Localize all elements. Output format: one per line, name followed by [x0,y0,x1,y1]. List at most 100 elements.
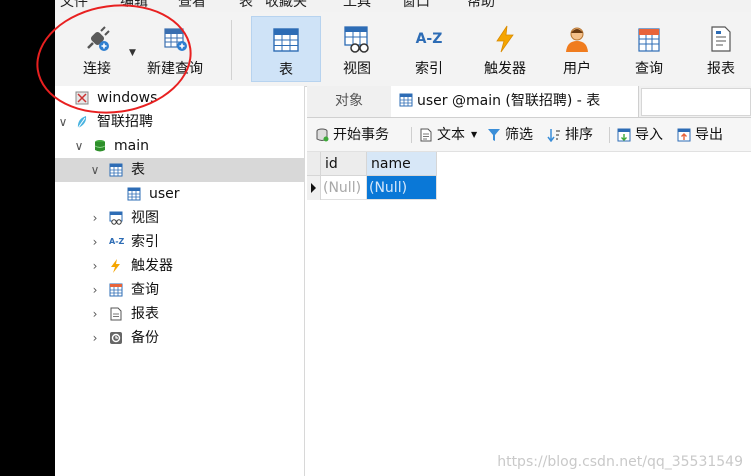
chevron-right-icon[interactable]: › [89,206,101,230]
index-icon: A-Z [109,237,125,246]
table-button[interactable]: 表 [251,16,321,82]
toolbar-separator [609,127,610,143]
column-header-id[interactable]: id [321,152,367,176]
sort-button[interactable]: 排序 [547,118,593,152]
main-toolbar: 连接 ▼ 新建查询 表 视图 A-Z 索引 触发器 用户 查询 报表 [55,12,751,87]
tree-item-windows[interactable]: windows [55,86,304,110]
view-icon [109,211,123,225]
query-button[interactable]: 查询 [623,16,675,82]
connect-dropdown-icon[interactable]: ▼ [129,48,136,58]
text-dropdown-button[interactable]: 文本 ▼ [419,118,477,152]
chevron-down-icon[interactable]: ∨ [89,158,101,182]
export-button[interactable]: 导出 [677,118,723,152]
backup-icon [110,332,122,344]
user-label: 用户 [563,61,591,77]
tree-item-queries[interactable]: › 查询 [55,278,304,302]
new-query-button[interactable]: 新建查询 [143,16,207,82]
menu-window[interactable]: 窗口 [402,0,430,12]
tab-user-label: user @main (智联招聘) - 表 [417,93,601,109]
connect-button[interactable]: 连接 [69,16,125,82]
sqlite-leaf-icon [77,116,87,129]
lightning-icon [490,24,520,54]
connect-label: 连接 [83,61,111,77]
new-query-icon [160,24,190,54]
database-icon [94,140,106,152]
transaction-icon [316,128,329,142]
table-icon [109,163,123,177]
filter-button[interactable]: 筛选 [487,118,533,152]
tree-item-reports[interactable]: › 报表 [55,302,304,326]
export-icon [677,128,691,142]
view-label: 视图 [343,61,371,77]
query-label: 查询 [635,61,663,77]
import-icon [617,128,631,142]
tab-bar: 对象 user @main (智联招聘) - 表 [307,86,751,118]
filter-icon [488,129,500,141]
report-label: 报表 [707,61,735,77]
menu-favorites[interactable]: 收藏夹 [265,0,307,12]
menu-help[interactable]: 帮助 [467,0,495,12]
row-selector[interactable] [307,176,321,200]
table-icon [127,187,141,201]
sort-icon [547,129,560,142]
query-icon [109,283,123,297]
column-header-name[interactable]: name [367,152,437,176]
new-query-label: 新建查询 [147,61,203,77]
begin-transaction-button[interactable]: 开始事务 [315,118,389,152]
sort-label: 排序 [565,127,593,143]
tree-item-tables[interactable]: ∨ 表 [55,158,304,182]
tab-user-table[interactable]: user @main (智联招聘) - 表 [391,86,639,117]
tab-bar-empty-area [641,88,751,116]
text-document-icon [420,128,432,142]
index-label: 索引 [415,61,443,77]
table-toolbar: 开始事务 文本 ▼ 筛选 排序 导入 导出 [307,118,751,152]
tree-item-user-table[interactable]: user [55,182,304,206]
chevron-down-icon[interactable]: ∨ [57,110,69,134]
report-button[interactable]: 报表 [695,16,747,82]
index-button[interactable]: A-Z 索引 [401,16,457,82]
cell-id[interactable]: (Null) [321,176,367,200]
user-button[interactable]: 用户 [551,16,603,82]
user-icon [562,24,592,54]
tab-objects[interactable]: 对象 [307,86,392,117]
tree-item-main[interactable]: ∨ main [55,134,304,158]
tree-item-views[interactable]: › 视图 [55,206,304,230]
connection-icon [75,91,89,105]
trigger-button[interactable]: 触发器 [475,16,535,82]
toolbar-separator [411,127,412,143]
menu-edit[interactable]: 编辑 [120,0,148,12]
cell-name[interactable]: (Null) [367,176,437,200]
watermark-text: https://blog.csdn.net/qq_35531549 [497,454,743,470]
query-icon [634,24,664,54]
table-label: 表 [279,62,293,78]
menu-table[interactable]: 表 [239,0,253,12]
text-label: 文本 [437,127,465,143]
grid-corner [307,152,321,176]
tree-item-triggers[interactable]: › 触发器 [55,254,304,278]
tree-item-indexes[interactable]: › A-Z 索引 [55,230,304,254]
index-icon: A-Z [415,31,443,47]
tree-item-backups[interactable]: › 备份 [55,326,304,350]
toolbar-separator [231,20,232,80]
chevron-right-icon[interactable]: › [89,326,101,350]
menu-view[interactable]: 查看 [178,0,206,12]
data-grid: id name (Null) (Null) [307,152,751,476]
tree-item-zhilian[interactable]: ∨ 智联招聘 [55,110,304,134]
current-row-arrow-icon [311,183,316,193]
chevron-right-icon[interactable]: › [89,278,101,302]
chevron-right-icon[interactable]: › [89,230,101,254]
view-button[interactable]: 视图 [329,16,385,82]
report-icon [706,24,736,54]
report-icon [110,307,122,321]
chevron-right-icon[interactable]: › [89,302,101,326]
chevron-right-icon[interactable]: › [89,254,101,278]
menu-tools[interactable]: 工具 [343,0,371,12]
plug-icon [82,24,112,54]
chevron-down-icon[interactable]: ∨ [73,134,85,158]
table-icon [271,25,301,55]
import-button[interactable]: 导入 [617,118,663,152]
filter-label: 筛选 [505,127,533,143]
connection-tree: windows ∨ 智联招聘 ∨ main ∨ 表 user › 视图 › A-… [55,86,305,476]
menu-file[interactable]: 文件 [60,0,88,12]
import-label: 导入 [635,127,663,143]
